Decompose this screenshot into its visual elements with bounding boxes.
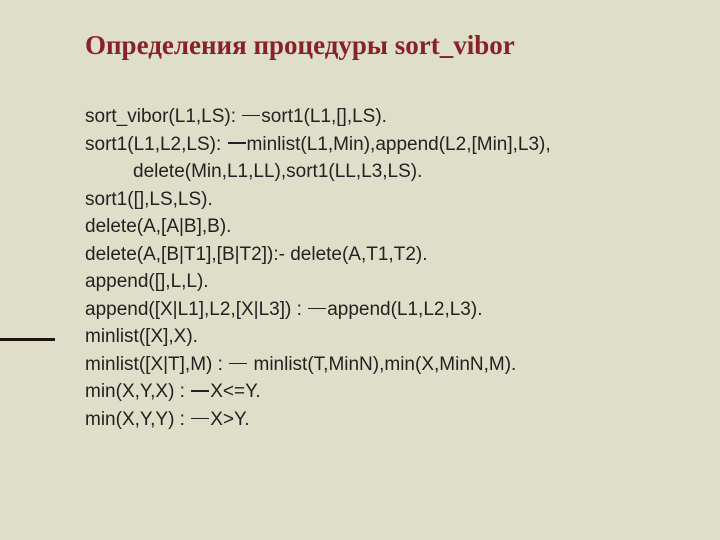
code-text: minlist([X],X). — [85, 326, 198, 347]
code-text: X>Y. — [210, 409, 249, 430]
code-line: minlist([X],X). — [85, 323, 670, 351]
long-dash-icon — [191, 390, 209, 392]
code-text: minlist([X|T],M) : — [85, 354, 228, 375]
code-text: minlist(L1,Min),append(L2,[Min],L3), — [247, 134, 551, 155]
code-line: append([X|L1],L2,[X|L3]) : append(L1,L2,… — [85, 296, 670, 324]
code-text: sort_vibor(L1,LS): — [85, 106, 241, 127]
code-text: delete(A,[A|B],B). — [85, 216, 231, 237]
code-line: sort1([],LS,LS). — [85, 186, 670, 214]
slide-title: Определения процедуры sort_vibor — [85, 30, 670, 61]
code-text: sort1(L1,[],LS). — [261, 106, 387, 127]
code-text: sort1([],LS,LS). — [85, 189, 213, 210]
code-line: delete(A,[A|B],B). — [85, 213, 670, 241]
code-line: delete(A,[B|T1],[B|T2]):- delete(A,T1,T2… — [85, 241, 670, 269]
code-text: append([X|L1],L2,[X|L3]) : — [85, 299, 307, 320]
code-line: append([],L,L). — [85, 268, 670, 296]
code-text: min(X,Y,Y) : — [85, 409, 190, 430]
code-line: minlist([X|T],M) : minlist(T,MinN),min(X… — [85, 351, 670, 379]
code-text: minlist(T,MinN),min(X,MinN,M). — [248, 354, 516, 375]
slide: Определения процедуры sort_vibor sort_vi… — [0, 0, 720, 540]
code-line: sort_vibor(L1,LS): sort1(L1,[],LS). — [85, 103, 670, 131]
long-dash-icon — [242, 115, 260, 117]
long-dash-icon — [191, 418, 209, 420]
code-line: min(X,Y,X) : X<=Y. — [85, 378, 670, 406]
code-line: delete(Min,L1,LL),sort1(LL,L3,LS). — [133, 158, 670, 186]
code-text: append([],L,L). — [85, 271, 209, 292]
long-dash-icon — [308, 308, 326, 310]
code-block: sort_vibor(L1,LS): sort1(L1,[],LS).sort1… — [85, 103, 670, 434]
code-text: delete(A,[B|T1],[B|T2]):- delete(A,T1,T2… — [85, 244, 428, 265]
code-text: sort1(L1,L2,LS): — [85, 134, 227, 155]
long-dash-icon — [228, 142, 246, 144]
accent-bar — [0, 338, 55, 341]
long-dash-icon — [229, 363, 247, 365]
code-text: min(X,Y,X) : — [85, 381, 190, 402]
code-line: sort1(L1,L2,LS): minlist(L1,Min),append(… — [85, 131, 670, 159]
code-text: append(L1,L2,L3). — [327, 299, 482, 320]
code-text: X<=Y. — [210, 381, 260, 402]
code-line: min(X,Y,Y) : X>Y. — [85, 406, 670, 434]
code-text: delete(Min,L1,LL),sort1(LL,L3,LS). — [133, 161, 422, 182]
